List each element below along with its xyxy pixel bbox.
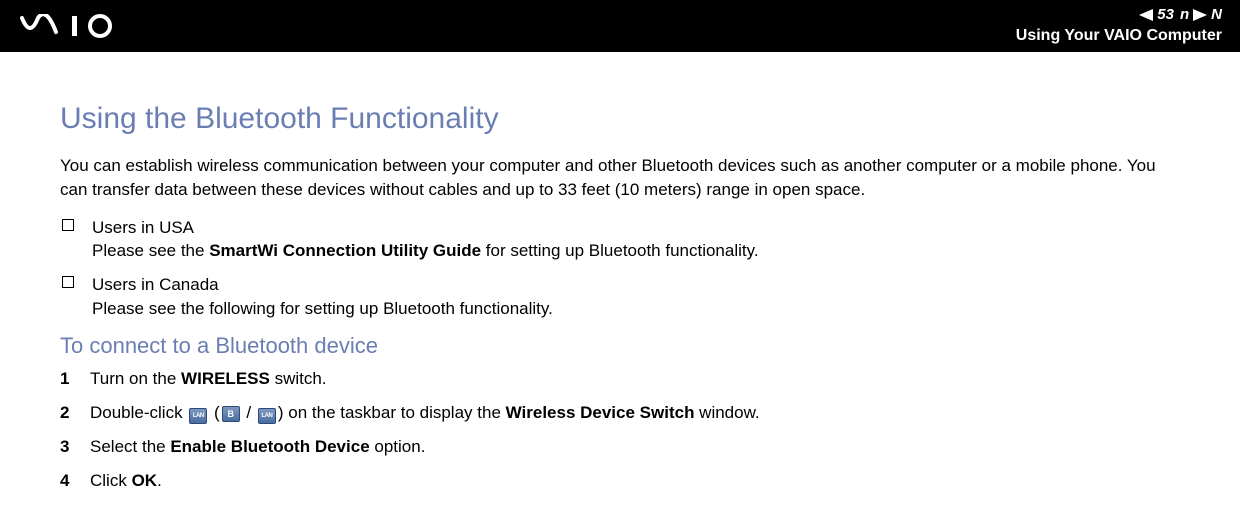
- next-page-arrow-icon[interactable]: [1193, 9, 1207, 21]
- square-bullet-icon: [62, 219, 74, 264]
- content-area: Using the Bluetooth Functionality You ca…: [0, 52, 1240, 493]
- intro-paragraph: You can establish wireless communication…: [60, 154, 1180, 202]
- vaio-logo: [20, 14, 160, 38]
- sub-heading: To connect to a Bluetooth device: [60, 333, 1180, 359]
- breadcrumb: Using Your VAIO Computer: [1016, 26, 1222, 47]
- prev-page-arrow-icon[interactable]: [1139, 9, 1153, 21]
- taskbar-b-icon: B: [222, 400, 240, 424]
- step-number: 1: [60, 367, 90, 391]
- n-right-label: N: [1211, 5, 1222, 25]
- page-number: 53: [1157, 5, 1174, 25]
- header-bar: 53 n N Using Your VAIO Computer: [0, 0, 1240, 52]
- step-item: 3 Select the Enable Bluetooth Device opt…: [60, 435, 1180, 459]
- taskbar-wireless-icon: LAN: [189, 400, 207, 424]
- step-body: Turn on the WIRELESS switch.: [90, 367, 1180, 391]
- step-body: Click OK.: [90, 469, 1180, 493]
- bullet-body: Please see the SmartWi Connection Utilit…: [92, 239, 1180, 263]
- step-number: 4: [60, 469, 90, 493]
- page-title: Using the Bluetooth Functionality: [60, 102, 1180, 136]
- step-number: 3: [60, 435, 90, 459]
- bullet-title: Users in Canada: [92, 273, 1180, 297]
- square-bullet-icon: [62, 276, 74, 321]
- list-item: Users in USA Please see the SmartWi Conn…: [60, 216, 1180, 264]
- header-right: 53 n N Using Your VAIO Computer: [1016, 5, 1222, 47]
- list-item: Users in Canada Please see the following…: [60, 273, 1180, 321]
- step-item: 2 Double-click LAN (B / LAN) on the task…: [60, 401, 1180, 426]
- n-label: n: [1180, 5, 1189, 25]
- step-item: 4 Click OK.: [60, 469, 1180, 493]
- bullet-list: Users in USA Please see the SmartWi Conn…: [60, 216, 1180, 321]
- steps-list: 1 Turn on the WIRELESS switch. 2 Double-…: [60, 367, 1180, 493]
- page-nav: 53 n N: [1016, 5, 1222, 25]
- step-item: 1 Turn on the WIRELESS switch.: [60, 367, 1180, 391]
- bullet-body: Please see the following for setting up …: [92, 297, 1180, 321]
- bullet-title: Users in USA: [92, 216, 1180, 240]
- taskbar-lan-icon: LAN: [258, 400, 276, 424]
- step-number: 2: [60, 401, 90, 426]
- step-body: Double-click LAN (B / LAN) on the taskba…: [90, 401, 1180, 426]
- step-body: Select the Enable Bluetooth Device optio…: [90, 435, 1180, 459]
